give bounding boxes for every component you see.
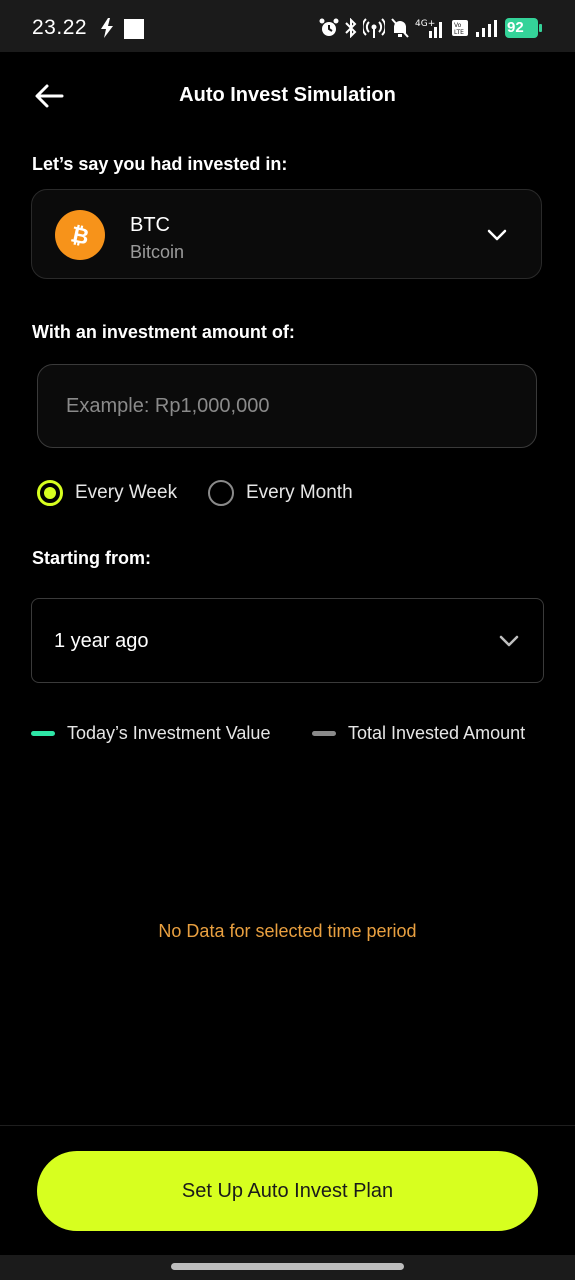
radio-label: Every Week [75, 482, 178, 503]
status-bar: 23.22 4G+ Vo LTE 92 [0, 0, 575, 52]
status-icons: 4G+ Vo LTE 92 [319, 16, 543, 40]
radio-every-month[interactable]: Every Month [208, 477, 353, 509]
signal-bars-icon [476, 20, 497, 37]
period-value: 1 year ago [54, 630, 149, 652]
no-data-message: No Data for selected time period [158, 921, 417, 941]
page-title: Auto Invest Simulation [179, 84, 396, 106]
battery-level: 92 [507, 19, 524, 36]
status-time: 23.22 [32, 16, 88, 39]
legend-label: Total Invested Amount [348, 722, 526, 743]
notification-square-icon [124, 19, 144, 39]
radio-selected-icon [37, 480, 63, 506]
svg-text:4G+: 4G+ [415, 19, 435, 29]
bluetooth-icon [345, 18, 357, 38]
svg-text:₿: ₿ [68, 222, 91, 250]
chevron-down-icon [499, 635, 519, 647]
svg-text:Vo: Vo [454, 22, 462, 29]
battery-icon: 92 [505, 18, 543, 38]
investment-amount-input[interactable] [37, 364, 537, 448]
asset-label: Let’s say you had invested in: [32, 154, 288, 174]
legend-swatch [312, 730, 336, 736]
start-label: Starting from: [32, 548, 151, 568]
home-gesture-handle[interactable] [171, 1263, 404, 1270]
asset-symbol: BTC [130, 214, 170, 236]
signal-4g-icon: 4G+ [415, 19, 442, 38]
period-dropdown[interactable]: 1 year ago [31, 598, 544, 683]
amount-label: With an investment amount of: [32, 322, 295, 342]
bitcoin-icon: ₿ [55, 210, 105, 260]
divider [0, 1125, 575, 1126]
asset-selector[interactable]: ₿ BTC Bitcoin [31, 189, 542, 279]
radio-every-week[interactable]: Every Week [37, 477, 177, 509]
alarm-icon [319, 18, 339, 36]
legend-swatch [31, 730, 55, 736]
legend-label: Today’s Investment Value [67, 722, 271, 743]
asset-name: Bitcoin [130, 242, 185, 262]
volte-icon: Vo LTE [452, 20, 468, 36]
legend-investment-value: Today’s Investment Value [31, 721, 270, 745]
radio-unselected-icon [208, 480, 234, 506]
setup-auto-invest-button[interactable]: Set Up Auto Invest Plan [37, 1151, 538, 1231]
flash-icon [101, 18, 113, 38]
mute-bell-icon [391, 18, 409, 38]
radio-label: Every Month [246, 482, 353, 503]
system-nav-bar [0, 1255, 575, 1280]
hotspot-icon [363, 18, 385, 38]
svg-text:LTE: LTE [454, 29, 464, 36]
legend-invested-amount: Total Invested Amount [312, 721, 525, 745]
chevron-down-icon [487, 229, 507, 241]
